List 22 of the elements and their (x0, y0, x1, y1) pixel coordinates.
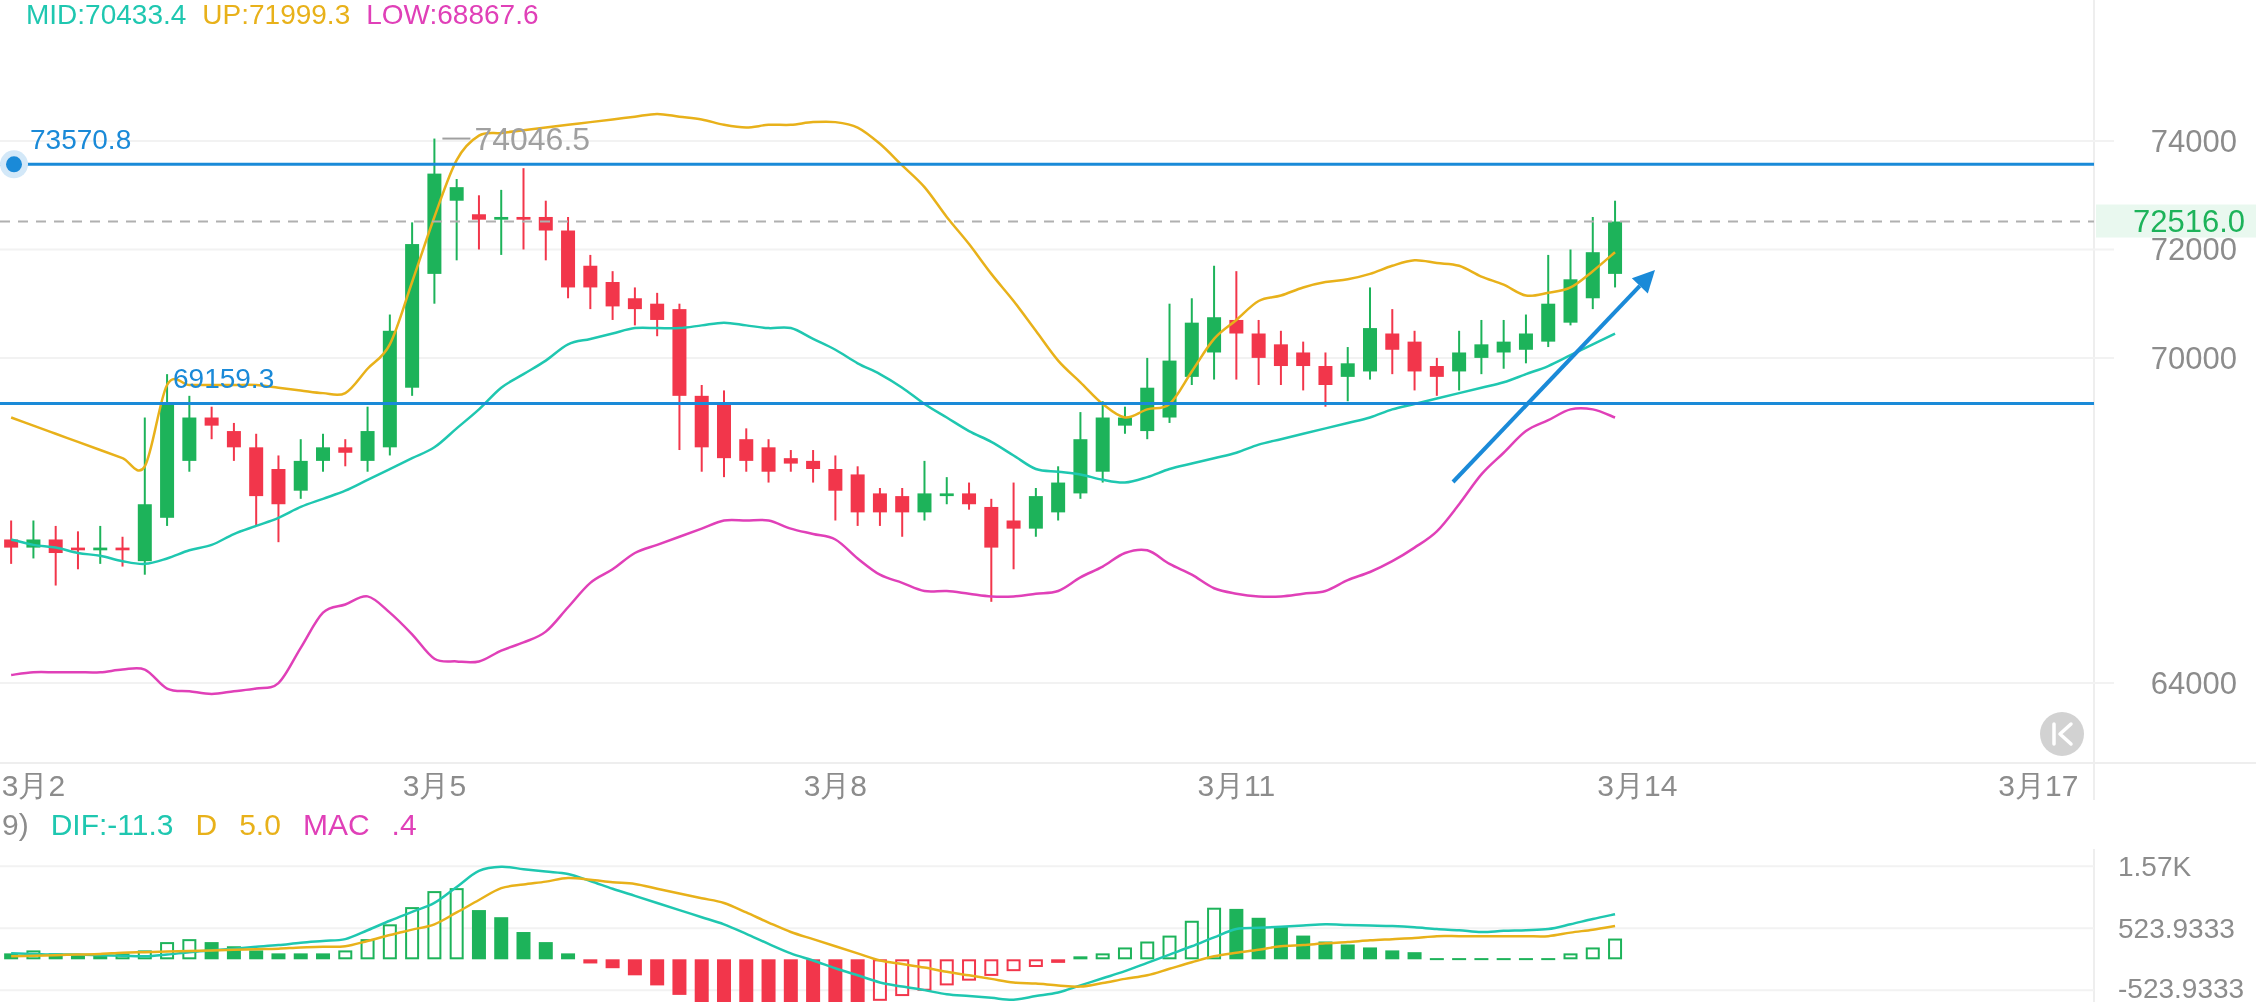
axis-label: 64000 (2150, 666, 2237, 702)
indicator-value: 5.0 (239, 808, 281, 841)
indicator-value: DIF:-11.3 (50, 808, 174, 841)
indicator-value: D (195, 808, 218, 841)
indicator-value: .4 (391, 808, 417, 841)
axis-label: 1.57K (2118, 851, 2192, 883)
axis-label: 523.9333 (2118, 913, 2235, 945)
axis-label: 3月11 (1197, 769, 1276, 800)
axis-label: -523.9333 (2118, 973, 2245, 1002)
axis-label: 3月5 (402, 769, 467, 800)
current-price-tag: 72516.0 (2096, 203, 2256, 239)
axis-label: 74000 (2150, 124, 2237, 160)
indicator-value: 9) (2, 808, 29, 841)
axis-label: 3月17 (1998, 769, 2079, 800)
axis-label: 70000 (2150, 340, 2237, 376)
indicator-value: MID:70433.4 (26, 0, 187, 30)
indicator-value: MAC (302, 808, 370, 841)
axis-label: 3月2 (1, 769, 66, 800)
axis-label: 3月8 (803, 769, 868, 800)
axis-label: 3月14 (1597, 769, 1678, 800)
indicator-value: UP:71999.3 (202, 0, 351, 30)
indicator-value: LOW:68867.6 (366, 0, 539, 30)
